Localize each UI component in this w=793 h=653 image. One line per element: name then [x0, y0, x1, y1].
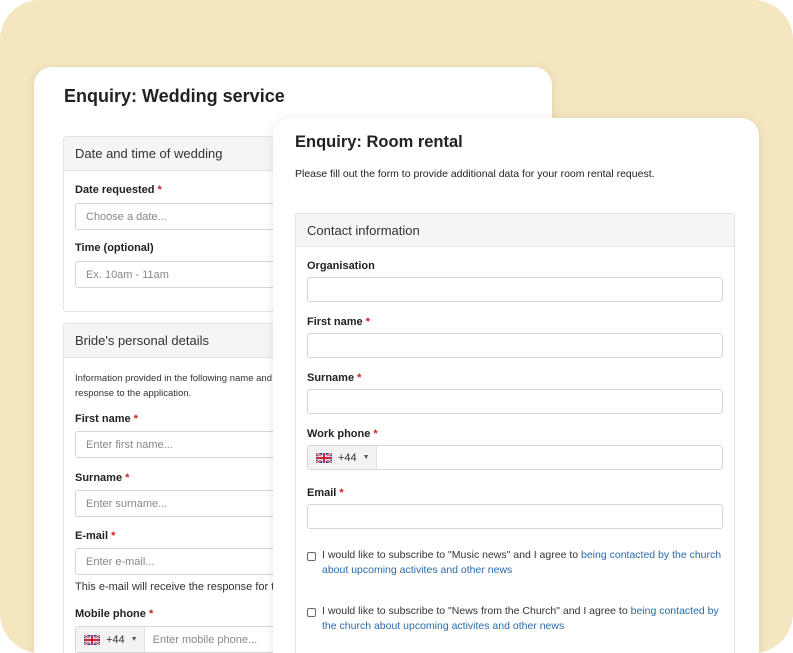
contact-info-heading-text: Contact information	[307, 222, 420, 238]
organisation-input[interactable]	[307, 277, 723, 302]
work-phone-country-selector[interactable]: +44 ▼	[308, 446, 377, 469]
bride-mobile-prefix: +44	[106, 633, 125, 646]
work-phone-label: Work phone *	[307, 428, 378, 440]
bride-mobile-country-selector[interactable]: +44 ▼	[76, 627, 145, 652]
contact-info-heading: Contact information	[296, 214, 734, 247]
wedding-card-title: Enquiry: Wedding service	[64, 86, 285, 106]
work-phone-input[interactable]: +44 ▼	[307, 445, 723, 470]
room-intro-text: Please fill out the form to provide addi…	[295, 168, 655, 180]
work-phone-prefix: +44	[338, 451, 357, 464]
bride-info-text: Information provided in the following na…	[75, 373, 272, 399]
time-label: Time (optional)	[75, 242, 154, 254]
contact-first-name-label: First name *	[307, 316, 370, 328]
music-news-checkbox[interactable]	[307, 552, 316, 561]
church-news-checkbox-label: I would like to subscribe to "News from …	[322, 605, 719, 632]
contact-email-label: Email *	[307, 487, 344, 499]
contact-surname-label: Surname *	[307, 372, 362, 384]
caret-down-icon: ▼	[362, 454, 370, 461]
contact-email-input[interactable]	[307, 504, 723, 529]
bride-mobile-label: Mobile phone *	[75, 608, 154, 620]
bride-mobile-placeholder: Enter mobile phone...	[152, 633, 258, 646]
bride-first-name-label: First name *	[75, 413, 138, 425]
room-card-title: Enquiry: Room rental	[295, 133, 463, 151]
room-rental-card: Enquiry: Room rental Please fill out the…	[273, 118, 759, 653]
uk-flag-icon	[316, 452, 332, 463]
date-requested-label: Date requested *	[75, 184, 162, 196]
wedding-date-panel-heading-text: Date and time of wedding	[75, 146, 223, 161]
music-news-checkbox-label: I would like to subscribe to "Music news…	[322, 549, 722, 576]
organisation-label: Organisation	[307, 260, 375, 272]
bride-surname-label: Surname *	[75, 472, 130, 484]
uk-flag-icon	[84, 634, 100, 645]
contact-surname-input[interactable]	[307, 389, 723, 414]
caret-down-icon: ▼	[130, 636, 138, 643]
bride-email-hint: This e-mail will receive the response fo…	[75, 581, 275, 593]
contact-first-name-input[interactable]	[307, 333, 723, 358]
church-news-checkbox[interactable]	[307, 608, 316, 617]
bride-email-label: E-mail *	[75, 530, 116, 542]
contact-info-panel: Contact information Organisation First n…	[295, 213, 735, 653]
bride-details-heading-text: Bride's personal details	[75, 333, 209, 348]
